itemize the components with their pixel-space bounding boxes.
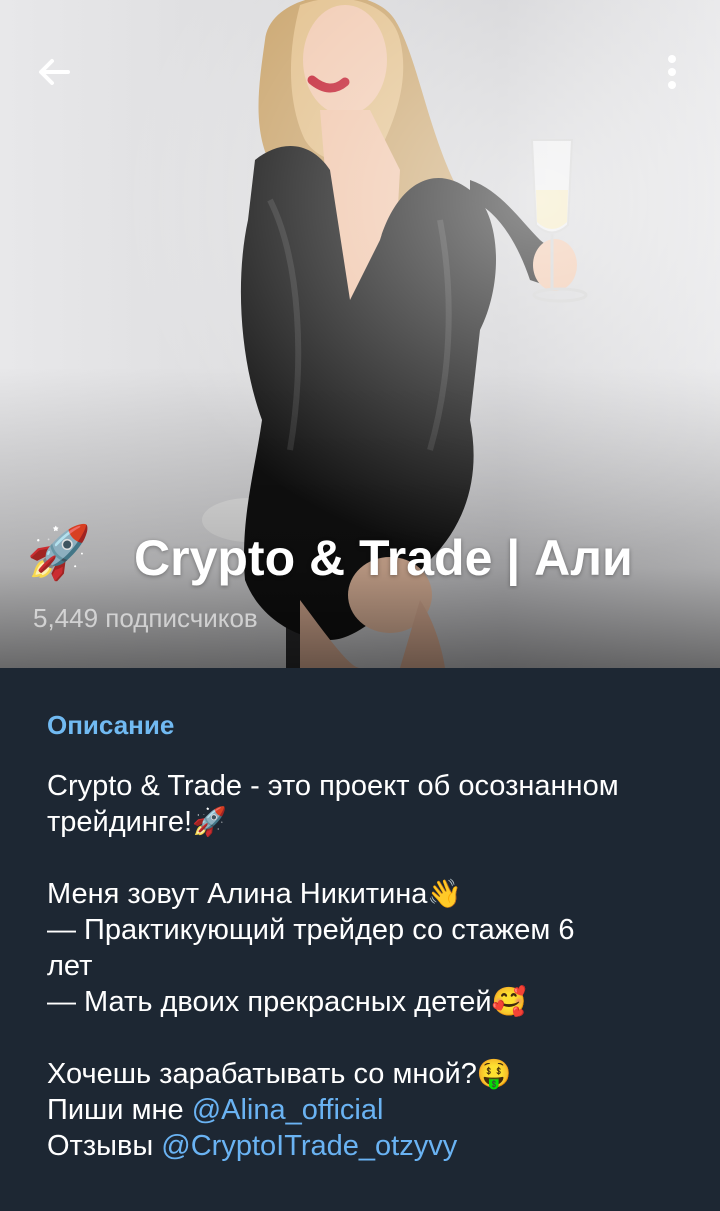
- waving-hand-emoji-icon: 👋: [427, 878, 463, 909]
- description-line: трейдинге!🚀: [47, 804, 697, 840]
- vertical-dots-icon: [668, 55, 676, 89]
- more-options-button[interactable]: [648, 48, 696, 96]
- description-line: Пиши мне @Alina_official: [47, 1092, 697, 1128]
- reviews-channel-link[interactable]: @CryptoITrade_otzyvy: [161, 1130, 457, 1162]
- description-line: Crypto & Trade - это проект об осознанно…: [47, 770, 619, 802]
- description-text-fragment: Хочешь зарабатывать со мной?: [47, 1058, 477, 1090]
- description-heading: Описание: [47, 710, 175, 740]
- arrow-left-icon: [39, 59, 70, 85]
- description-text-fragment: Меня зовут Алина Никитина: [47, 878, 428, 910]
- description-line: — Практикующий трейдер со стажем 6: [47, 914, 575, 946]
- description-text-fragment: — Мать двоих прекрасных детей: [47, 986, 492, 1018]
- channel-info-panel: Описание Crypto & Trade - это проект об …: [0, 668, 720, 1211]
- back-button[interactable]: [30, 48, 78, 96]
- rocket-emoji-icon: 🚀: [26, 524, 92, 582]
- subscriber-count: 5,449 подписчиков: [33, 603, 258, 633]
- description-line: — Мать двоих прекрасных детей🥰: [47, 984, 697, 1020]
- description-text-fragment: трейдинге!: [47, 806, 192, 838]
- money-mouth-emoji-icon: 🤑: [476, 1058, 512, 1089]
- description-text-fragment: Пиши мне: [47, 1094, 192, 1126]
- rocket-emoji-icon: 🚀: [192, 806, 227, 837]
- channel-title: Crypto & Trade | Али: [134, 530, 633, 586]
- description-line: лет: [47, 950, 93, 982]
- smiling-hearts-emoji-icon: 🥰: [491, 986, 527, 1017]
- description-text[interactable]: Crypto & Trade - это проект об осознанно…: [47, 768, 697, 1164]
- description-text-fragment: Отзывы: [47, 1130, 162, 1162]
- contact-username-link[interactable]: @Alina_official: [192, 1094, 384, 1126]
- description-line: Меня зовут Алина Никитина👋: [47, 876, 697, 912]
- description-line: Хочешь зарабатывать со мной?🤑: [47, 1056, 697, 1092]
- description-line: Отзывы @CryptoITrade_otzyvy: [47, 1128, 697, 1164]
